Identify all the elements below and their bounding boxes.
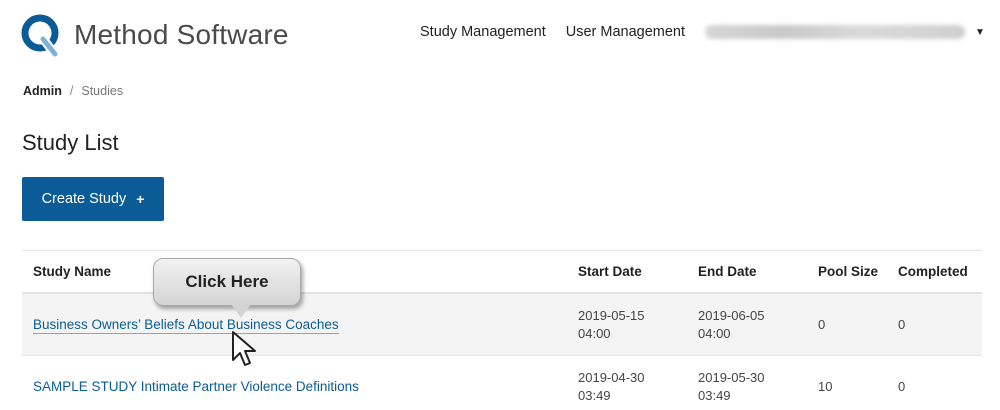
end-date: 2019-05-30 <box>698 369 765 385</box>
nav-study-management[interactable]: Study Management <box>420 24 546 40</box>
caret-down-icon[interactable]: ▼ <box>975 27 985 38</box>
start-date: 2019-05-15 <box>578 307 645 323</box>
click-here-callout: Click Here <box>153 258 301 318</box>
callout-box: Click Here <box>153 258 301 306</box>
callout-tail <box>231 304 251 318</box>
start-time: 04:00 <box>578 325 611 341</box>
mouse-pointer-icon <box>232 331 256 366</box>
study-name-cell: Business Owners’ Beliefs About Business … <box>22 317 567 334</box>
start-time: 03:49 <box>578 387 611 403</box>
user-menu-email-blurred[interactable] <box>705 25 966 39</box>
end-time: 03:49 <box>698 387 731 403</box>
column-header-start-date[interactable]: Start Date <box>567 264 687 279</box>
breadcrumb-current: Studies <box>81 84 124 98</box>
top-header: Method Software Study Management User Ma… <box>0 0 1000 70</box>
start-date: 2019-04-30 <box>578 369 645 385</box>
app-name: Method Software <box>74 19 289 50</box>
end-date: 2019-06-05 <box>698 307 765 323</box>
study-link[interactable]: SAMPLE STUDY Intimate Partner Violence D… <box>33 379 359 394</box>
page-title: Study List <box>22 130 119 155</box>
create-study-label: Create Study <box>41 191 127 207</box>
plus-icon: + <box>136 191 145 207</box>
create-study-button[interactable]: Create Study + <box>22 177 164 221</box>
completed-cell: 0 <box>898 316 906 332</box>
column-header-completed[interactable]: Completed <box>887 264 982 279</box>
pool-size-cell: 0 <box>818 316 826 332</box>
method-logo-icon <box>21 14 59 57</box>
nav-user-management[interactable]: User Management <box>566 24 685 40</box>
column-header-pool-size[interactable]: Pool Size <box>807 264 887 279</box>
study-link[interactable]: Business Owners’ Beliefs About Business … <box>33 317 339 334</box>
logo[interactable]: Method Software <box>20 13 289 57</box>
study-name-cell: SAMPLE STUDY Intimate Partner Violence D… <box>22 379 567 394</box>
start-date-cell: 2019-04-30 03:49 <box>567 369 687 405</box>
column-header-end-date[interactable]: End Date <box>687 264 807 279</box>
table-row: SAMPLE STUDY Intimate Partner Violence D… <box>22 356 982 410</box>
completed-cell: 0 <box>898 378 906 394</box>
pool-size-cell: 10 <box>818 378 833 394</box>
breadcrumb: Admin / Studies <box>23 84 123 98</box>
main-nav: Study Management User Management ▼ <box>420 24 985 40</box>
end-date-cell: 2019-06-05 04:00 <box>687 307 807 343</box>
start-date-cell: 2019-05-15 04:00 <box>567 307 687 343</box>
end-date-cell: 2019-05-30 03:49 <box>687 369 807 405</box>
breadcrumb-admin[interactable]: Admin <box>23 84 62 98</box>
breadcrumb-separator: / <box>69 84 74 98</box>
end-time: 04:00 <box>698 325 731 341</box>
